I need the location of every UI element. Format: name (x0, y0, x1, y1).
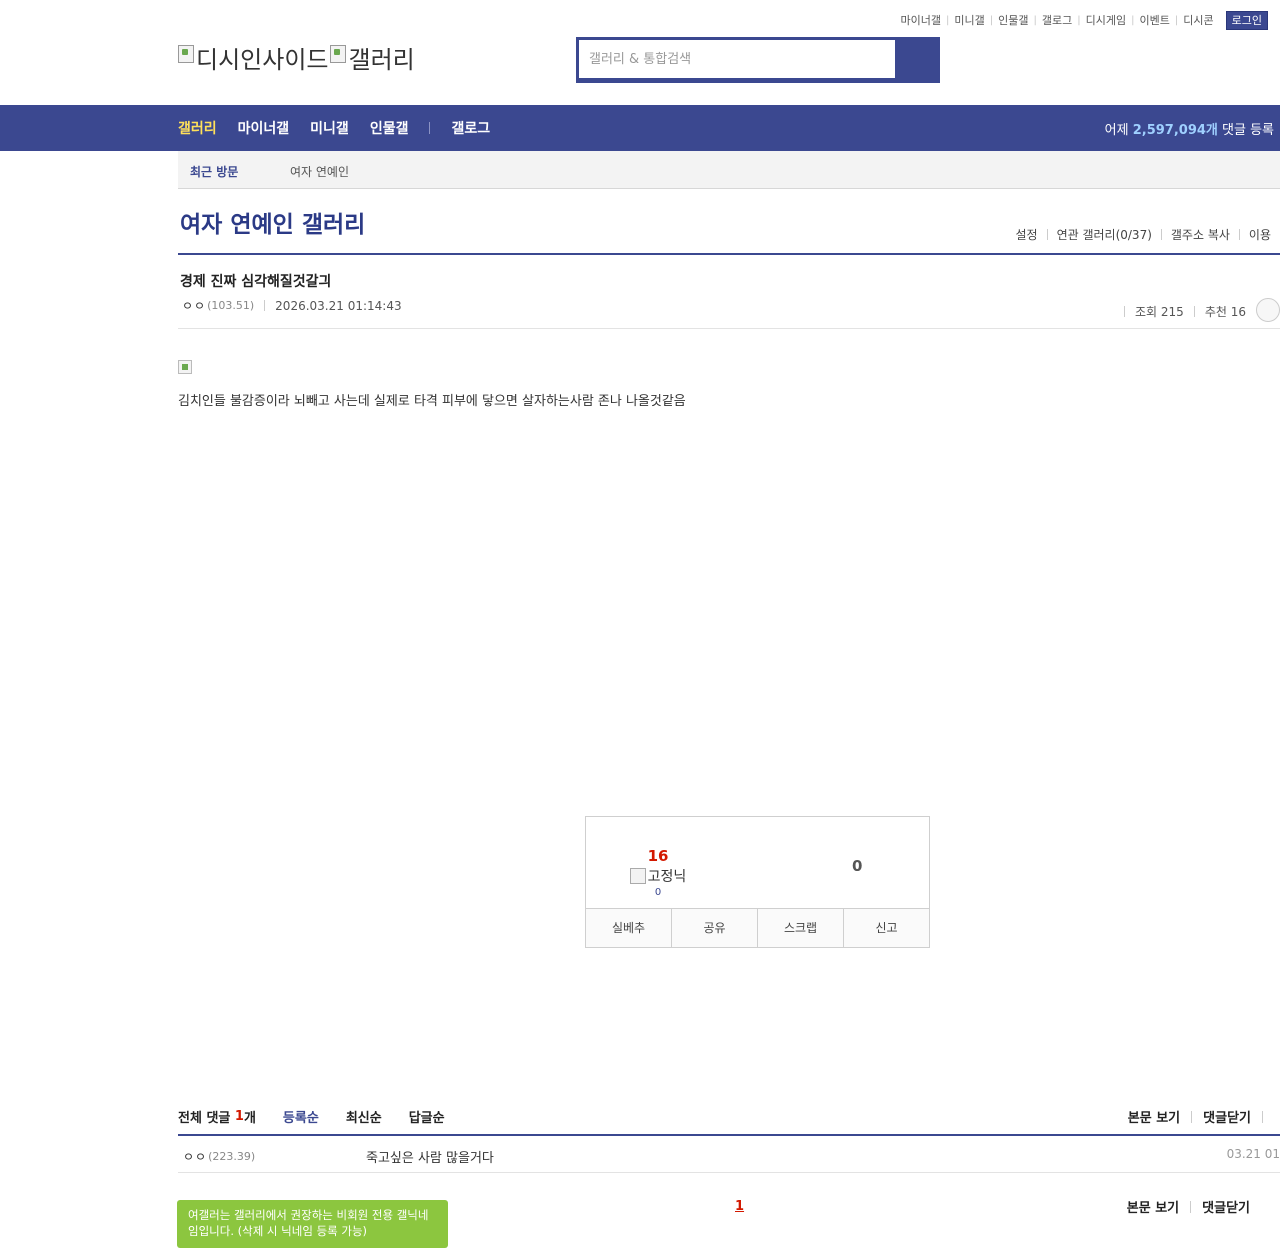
comment-nick: ㅇㅇ (183, 1150, 208, 1164)
stat-count: 2,597,094개 (1132, 123, 1218, 138)
logo-alt-main: 디시인사이드 (196, 46, 329, 74)
comment-jump-button[interactable] (1256, 298, 1280, 322)
scrap-button[interactable]: 스크랩 (758, 909, 844, 947)
nav-item-gallog[interactable]: 갤로그 (451, 118, 490, 138)
logo-alt-gallery: 갤러리 (348, 46, 415, 74)
stat-prefix: 어제 (1104, 123, 1129, 138)
recent-visits-label: 최근 방문 (190, 165, 239, 179)
fixed-nick-count: 0 (654, 887, 662, 898)
recommend-count: 추천 16 (1204, 304, 1246, 319)
gallery-title-underline (178, 253, 1280, 255)
broken-image-icon (178, 360, 192, 374)
fixed-nick-label: 고정닉 (647, 869, 687, 885)
comment-total-unit: 개 (243, 1111, 256, 1126)
guest-nick-tooltip: 여갤러는 갤러리에서 권장하는 비회원 전용 갤닉네임입니다. (삭제 시 닉네… (177, 1200, 448, 1248)
writer-nick[interactable]: ㅇㅇ (182, 297, 206, 314)
broken-image-icon (629, 868, 646, 884)
comment-writer[interactable]: ㅇㅇ (223.39) (183, 1148, 255, 1165)
comment-ip: (223.39) (208, 1150, 256, 1163)
top-link-mini-gallery[interactable]: 미니갤 (954, 14, 984, 28)
recommend-actions: 실베추 공유 스크랩 신고 (586, 908, 929, 947)
recommend-down-count[interactable]: 0 (852, 857, 862, 875)
recommend-box: 16 고정닉 0 0 실베추 공유 스크랩 신고 (585, 816, 930, 948)
stat-suffix: 댓글 등록 (1222, 123, 1274, 138)
post-body: 김치인들 불감증이라 뇌빼고 사는데 실제로 타격 피부에 닿으면 살자하는사람… (178, 394, 686, 409)
nav-item-person-gallery[interactable]: 인물갤 (370, 118, 409, 138)
nav-item-gallery[interactable]: 갤러리 (178, 118, 217, 138)
recent-visits-bar: 최근 방문 여자 연예인 (178, 151, 1280, 189)
sort-by-register[interactable]: 등록순 (283, 1107, 319, 1126)
recommend-up-count: 16 (647, 847, 669, 865)
comment-stat: 어제 2,597,094개 댓글 등록 (1105, 119, 1274, 138)
sort-by-latest[interactable]: 최신순 (346, 1107, 382, 1126)
comment-page-current[interactable]: 1 (735, 1199, 744, 1214)
comment-total-count: 1 (234, 1109, 244, 1124)
recommend-up[interactable]: 16 고정닉 0 (626, 847, 690, 898)
post-header-divider (178, 328, 1280, 329)
top-separator: | (1174, 15, 1179, 26)
report-button[interactable]: 신고 (844, 909, 929, 947)
related-gallery-link[interactable]: 연관 갤러리(0/37) (1048, 226, 1161, 243)
nav-divider (429, 122, 431, 134)
top-separator: | (1077, 15, 1081, 26)
top-separator: | (1131, 15, 1135, 26)
top-separator: | (989, 15, 994, 26)
close-comments-button-bottom[interactable]: 댓글닫기 (1202, 1197, 1250, 1216)
gallery-usage-link[interactable]: 이용 (1240, 226, 1280, 243)
nav-item-mini-gallery[interactable]: 미니갤 (310, 118, 349, 138)
top-utility-nav: 마이너갤 | 미니갤 | 인물갤 | 갤로그 | 디시게임 | 이벤트 | 디시… (901, 11, 1268, 30)
comment-header-underline (178, 1134, 1280, 1136)
login-button[interactable]: 로그인 (1225, 11, 1268, 30)
top-separator: | (946, 15, 950, 26)
meta-separator (1193, 305, 1195, 317)
view-count: 조회 215 (1135, 304, 1184, 319)
fixed-nick-recommend: 고정닉 (626, 866, 690, 886)
comment-header: 전체 댓글 1개 등록순 최신순 답글순 (178, 1107, 445, 1126)
meta-separator (264, 300, 266, 311)
comment-total-label: 전체 댓글 (178, 1111, 231, 1126)
search-box (576, 37, 940, 83)
post-date: 2026.03.21 01:14:43 (275, 298, 402, 313)
sort-by-reply[interactable]: 답글순 (409, 1107, 445, 1126)
broken-image-icon (178, 44, 194, 63)
best-recommend-button[interactable]: 실베추 (586, 909, 672, 947)
writer-ip: (103.51) (207, 299, 255, 312)
meta-separator (1124, 305, 1126, 317)
top-link-event[interactable]: 이벤트 (1140, 14, 1170, 28)
top-link-minor-gallery[interactable]: 마이너갤 (901, 14, 941, 28)
nav-item-minor-gallery[interactable]: 마이너갤 (238, 118, 290, 138)
recent-visit-item[interactable]: 여자 연예인 (290, 163, 349, 180)
post-title: 경제 진짜 심각해질것갈긔 (180, 274, 332, 290)
close-comments-button[interactable]: 댓글닫기 (1203, 1107, 1251, 1126)
tool-separator (1191, 1110, 1193, 1123)
comment-tools-bottom: 본문 보기 댓글닫기 (1127, 1197, 1250, 1216)
tool-separator (1262, 1110, 1263, 1123)
top-link-dccon[interactable]: 디시콘 (1183, 14, 1213, 28)
gallery-links: 설정 연관 갤러리(0/37) 갤주소 복사 이용 (1006, 226, 1280, 243)
search-input[interactable] (579, 40, 895, 78)
main-nav-menu: 갤러리 마이너갤 미니갤 인물갤 갤로그 (178, 105, 511, 151)
tool-separator (1190, 1200, 1192, 1213)
share-button[interactable]: 공유 (672, 909, 758, 947)
copy-gallery-address-link[interactable]: 갤주소 복사 (1162, 226, 1239, 243)
main-nav-bar: 갤러리 마이너갤 미니갤 인물갤 갤로그 어제 2,597,094개 댓글 등록 (0, 105, 1280, 151)
top-separator: | (1033, 15, 1037, 26)
post-meta: ㅇㅇ (103.51) 2026.03.21 01:14:43 (182, 297, 402, 314)
view-post-button-bottom[interactable]: 본문 보기 (1127, 1197, 1179, 1216)
top-link-dc-game[interactable]: 디시게임 (1086, 14, 1126, 28)
post-counts: 조회 215 추천 16 (1114, 298, 1280, 323)
top-link-person-gallery[interactable]: 인물갤 (998, 14, 1028, 28)
comment-row: ㅇㅇ (223.39) 죽고싶은 사람 많을거다 03.21 01 (178, 1137, 1280, 1173)
comment-date: 03.21 01 (1226, 1147, 1280, 1161)
comment-text: 죽고싶은 사람 많을거다 (366, 1151, 494, 1166)
search-button[interactable] (895, 40, 937, 80)
gallery-title[interactable]: 여자 연예인 갤러리 (180, 205, 365, 239)
top-link-gallog[interactable]: 갤로그 (1042, 14, 1072, 28)
gallery-settings-link[interactable]: 설정 (1006, 226, 1046, 243)
comment-tools: 본문 보기 댓글닫기 (1128, 1107, 1274, 1126)
site-logo[interactable]: 디시인사이드 갤러리 (178, 40, 415, 75)
broken-image-icon (330, 44, 347, 63)
view-post-button[interactable]: 본문 보기 (1128, 1107, 1180, 1126)
